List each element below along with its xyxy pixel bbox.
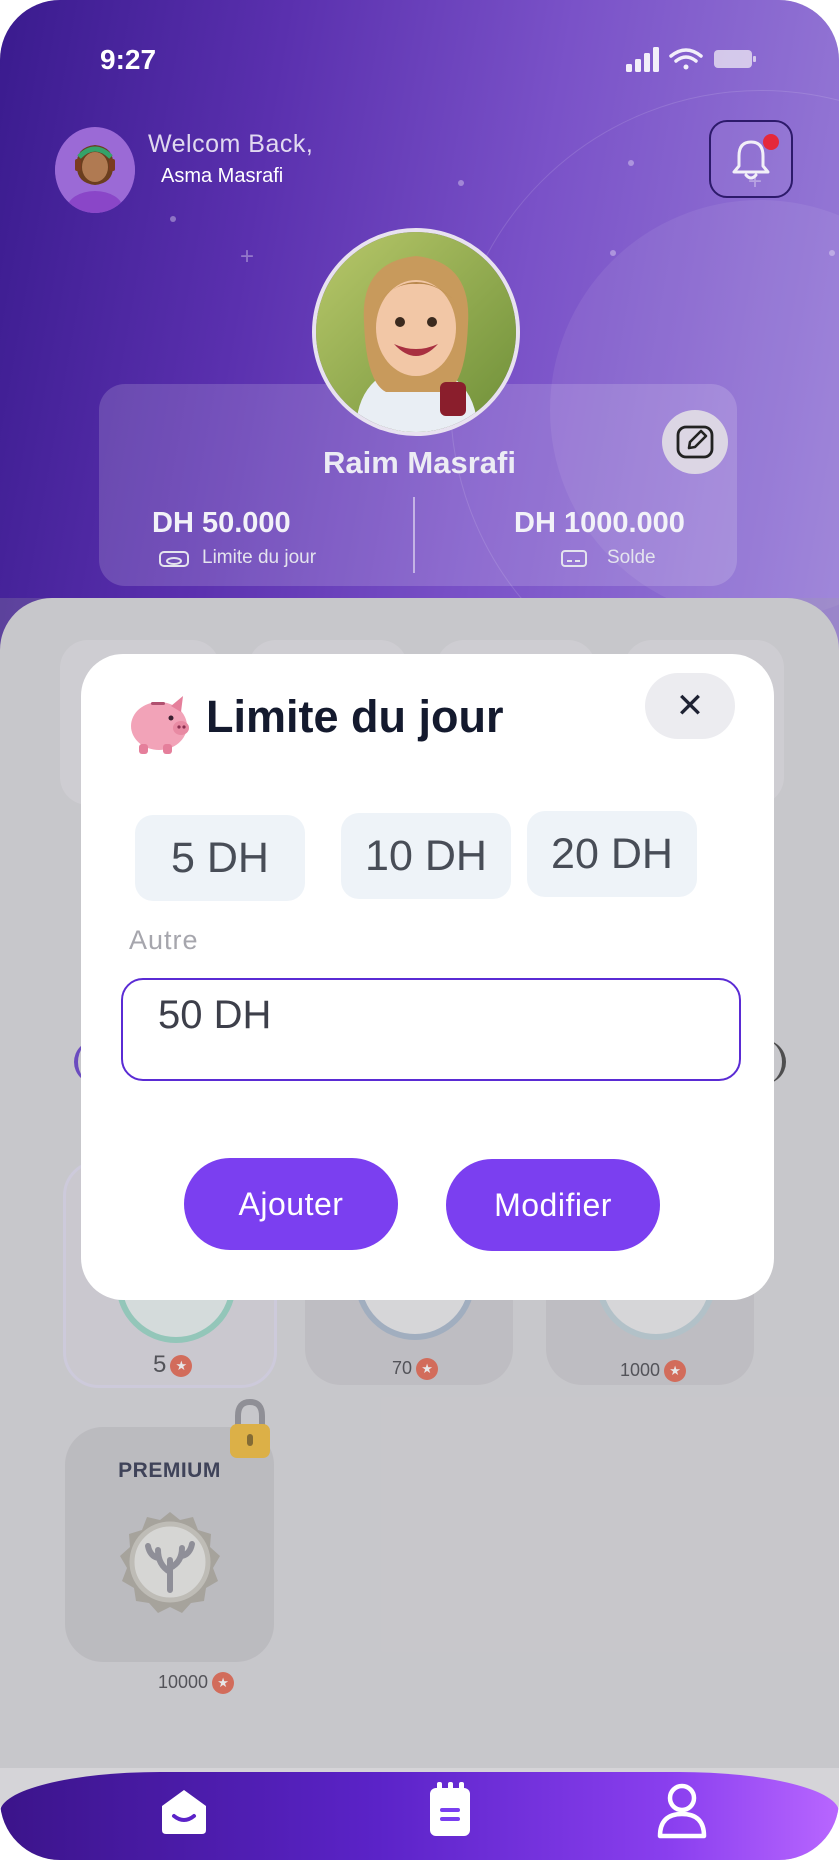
profile-icon[interactable] — [652, 1780, 712, 1840]
status-icons — [626, 47, 756, 72]
daily-limit-value: DH 50.000 — [152, 507, 291, 539]
preset-amount-20[interactable]: 20 DH — [527, 811, 697, 897]
avatar-illustration — [55, 130, 135, 213]
notification-button[interactable] — [709, 120, 793, 198]
bell-icon — [732, 140, 770, 180]
decorative-dot — [458, 180, 464, 186]
other-amount-label: Autre — [129, 925, 199, 955]
preset-amount-5[interactable]: 5 DH — [135, 815, 305, 901]
custom-amount-input[interactable]: 50 DH — [121, 978, 741, 1081]
close-button[interactable]: ✕ — [645, 673, 735, 739]
notification-dot — [763, 134, 779, 150]
child-photo[interactable] — [312, 228, 520, 436]
sparkle-icon: + — [240, 243, 255, 270]
preset-amount-10[interactable]: 10 DH — [341, 813, 511, 899]
edit-pencil-icon — [676, 425, 714, 459]
status-time: 9:27 — [100, 44, 157, 75]
child-photo-illustration — [316, 232, 516, 432]
wifi-icon — [669, 48, 703, 70]
decorative-dot — [610, 250, 616, 256]
card-icon — [561, 550, 587, 567]
wallet-icon — [159, 551, 189, 567]
battery-icon — [714, 50, 756, 68]
notebook-icon[interactable] — [420, 1780, 480, 1840]
balance-value: DH 1000.000 — [514, 507, 685, 539]
decorative-dot — [628, 160, 634, 166]
modify-button[interactable]: Modifier — [446, 1159, 660, 1251]
stat-divider — [413, 497, 415, 573]
modal-title: Limite du jour — [206, 691, 504, 742]
home-icon[interactable] — [154, 1780, 214, 1840]
parent-name: Asma Masrafi — [161, 165, 284, 187]
decorative-dot — [170, 216, 176, 222]
welcome-text: Welcom Back, — [148, 130, 314, 158]
edit-child-button[interactable] — [662, 410, 728, 474]
parent-avatar[interactable] — [55, 127, 135, 213]
add-button[interactable]: Ajouter — [184, 1158, 398, 1250]
app-screen: + + 9:27 Welcom Back, Asma Masrafi Raim … — [0, 0, 839, 1860]
daily-limit-label: Limite du jour — [202, 547, 317, 568]
signal-icon — [626, 47, 659, 72]
piggy-bank-icon — [131, 696, 189, 754]
balance-label: Solde — [607, 547, 656, 568]
decorative-dot — [829, 250, 835, 256]
